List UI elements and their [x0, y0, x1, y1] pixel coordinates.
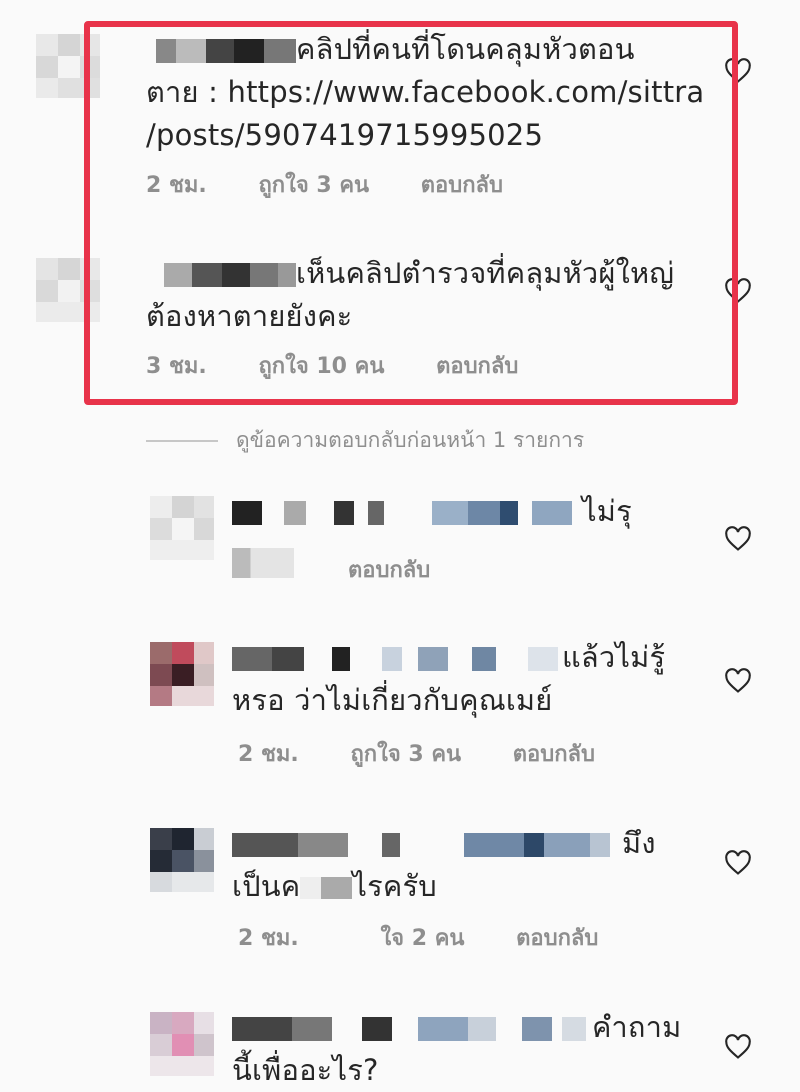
reply-text: แล้วไม่รู้ หรอ ว่าไม่เกี่ยวกับคุณเมย์: [232, 640, 666, 717]
reply-meta: 2 ชม. ใจ 2 คน ตอบกลับ: [238, 920, 642, 955]
blurred-username[interactable]: [232, 1017, 592, 1041]
blurred-username[interactable]: [232, 501, 582, 525]
comment-text: คลิปที่คนที่โดนคลุมหัวตอน ตาย : https://…: [146, 32, 705, 152]
timestamp: 2 ชม.: [238, 742, 299, 767]
reply-meta: ตอบกลับ: [348, 552, 474, 587]
reply-button[interactable]: ตอบกลับ: [421, 173, 503, 198]
reply-button[interactable]: ตอบกลับ: [436, 354, 518, 379]
likes-count[interactable]: ใจ 2 คน: [380, 926, 464, 951]
heart-icon[interactable]: [724, 278, 752, 304]
avatar[interactable]: [36, 258, 100, 322]
reply-text: คำถาม นี้เพื่ออะไร?: [232, 1010, 682, 1087]
blurred-text: [300, 877, 353, 899]
timestamp: 2 ชม.: [146, 173, 207, 198]
view-previous-replies[interactable]: ดูข้อความตอบกลับก่อนหน้า 1 รายการ: [146, 424, 584, 457]
avatar[interactable]: [36, 34, 100, 98]
divider-line: [146, 440, 218, 442]
post-link-cont[interactable]: /posts/5907419715995025: [146, 118, 543, 152]
reply-button[interactable]: ตอบกลับ: [513, 742, 595, 767]
blurred-username[interactable]: [232, 647, 562, 671]
reply-text: ไม่รุ: [232, 490, 722, 533]
reply-button[interactable]: ตอบกลับ: [348, 558, 430, 583]
heart-icon[interactable]: [724, 850, 752, 876]
heart-icon[interactable]: [724, 668, 752, 694]
heart-icon[interactable]: [724, 526, 752, 552]
blurred-username[interactable]: [146, 39, 296, 63]
avatar[interactable]: [150, 496, 214, 560]
blurred-username[interactable]: [146, 263, 296, 287]
likes-count[interactable]: ถูกใจ 3 คน: [350, 742, 461, 767]
likes-count[interactable]: ถูกใจ 10 คน: [258, 354, 384, 379]
comment-meta: 2 ชม. ถูกใจ 3 คน ตอบกลับ: [146, 167, 547, 202]
heart-icon[interactable]: [724, 1034, 752, 1060]
reply-text: มึง เป็นค ไรครับ: [232, 826, 656, 903]
reply-button[interactable]: ตอบกลับ: [516, 926, 598, 951]
reply-meta: 2 ชม. ถูกใจ 3 คน ตอบกลับ: [238, 736, 639, 771]
avatar[interactable]: [150, 828, 214, 892]
timestamp: 3 ชม.: [146, 354, 207, 379]
avatar[interactable]: [150, 642, 214, 706]
likes-count[interactable]: ถูกใจ 3 คน: [258, 173, 369, 198]
avatar[interactable]: [150, 1012, 214, 1076]
timestamp: 2 ชม.: [238, 926, 299, 951]
heart-icon[interactable]: [724, 58, 752, 84]
comment-text: เห็นคลิปตำรวจที่คลุมหัวผู้ใหญ่ ต้องหาตาย…: [146, 256, 675, 333]
blurred-username[interactable]: [232, 833, 622, 857]
comment-meta: 3 ชม. ถูกใจ 10 คน ตอบกลับ: [146, 348, 562, 383]
blurred-timestamp: [232, 548, 294, 578]
post-link[interactable]: ตาย : https://www.facebook.com/sittra: [146, 75, 704, 109]
